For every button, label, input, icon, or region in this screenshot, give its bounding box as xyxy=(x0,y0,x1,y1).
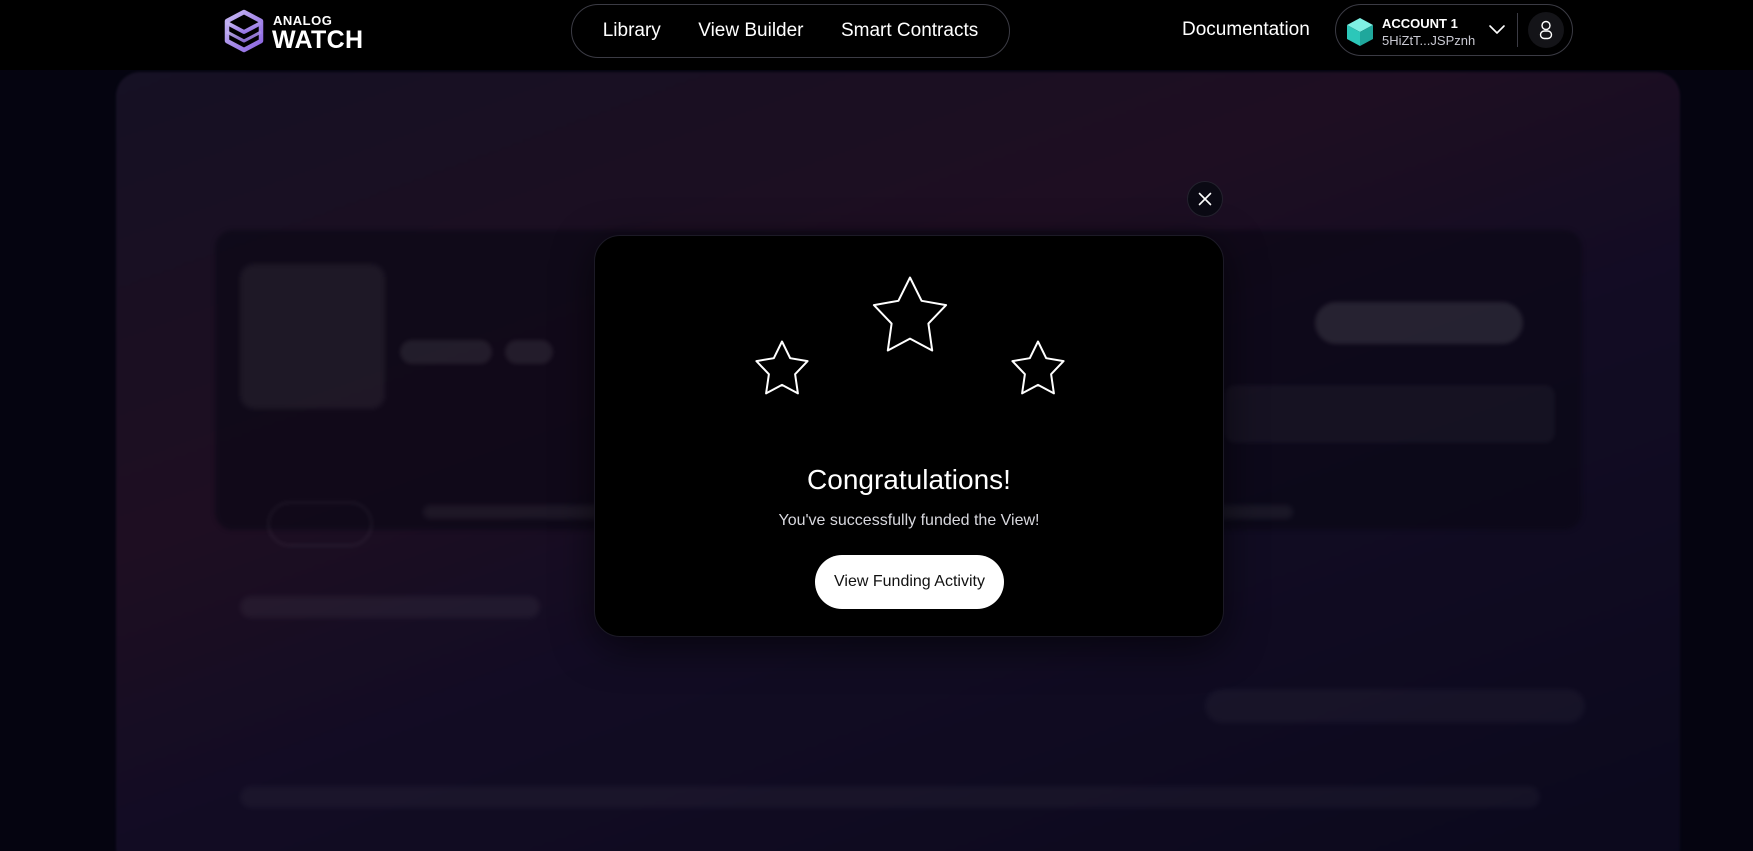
nav-item-view-builder[interactable]: View Builder xyxy=(698,20,803,42)
blurred-thumbnail xyxy=(240,264,385,409)
blurred-chip xyxy=(400,340,492,364)
modal-close-button[interactable] xyxy=(1187,181,1223,217)
account-selector[interactable]: ACCOUNT 1 5HiZtT...JSPznh xyxy=(1335,4,1573,56)
blurred-pill xyxy=(268,502,372,546)
nav-item-smart-contracts[interactable]: Smart Contracts xyxy=(841,20,978,42)
modal-message: You've successfully funded the View! xyxy=(778,512,1040,529)
stars-illustration xyxy=(755,276,1065,395)
blurred-button xyxy=(1315,302,1523,344)
account-name: ACCOUNT 1 xyxy=(1382,16,1458,31)
blurred-row xyxy=(1225,385,1555,443)
view-funding-activity-button[interactable]: View Funding Activity xyxy=(815,555,1004,609)
nav-item-library[interactable]: Library xyxy=(603,20,661,42)
brand-name-bottom: WATCH xyxy=(272,26,364,54)
chevron-down-icon[interactable] xyxy=(1488,21,1506,39)
documentation-link[interactable]: Documentation xyxy=(1182,19,1310,41)
user-icon xyxy=(1539,20,1553,40)
star-icon-right xyxy=(1011,340,1065,395)
blurred-tabs xyxy=(1205,689,1585,723)
account-address: 5HiZtT...JSPznh xyxy=(1382,33,1476,48)
star-icon-center xyxy=(872,276,948,352)
logo-hexagon-icon xyxy=(224,9,264,53)
main-nav: Library View Builder Smart Contracts xyxy=(571,4,1010,58)
star-icon-left xyxy=(755,340,809,395)
account-divider xyxy=(1517,13,1518,47)
blurred-table-row xyxy=(240,786,1540,808)
modal-title: Congratulations! xyxy=(807,464,1011,495)
close-icon xyxy=(1198,192,1212,206)
account-cube-icon xyxy=(1347,18,1373,46)
top-navigation-bar: ANALOG WATCH Library View Builder Smart … xyxy=(0,0,1753,70)
funding-success-modal: Congratulations! You've successfully fun… xyxy=(594,235,1224,637)
user-profile-button[interactable] xyxy=(1528,12,1564,48)
blurred-funded-by xyxy=(240,596,540,618)
blurred-chip xyxy=(505,340,553,364)
brand-logo[interactable]: ANALOG WATCH xyxy=(223,9,373,55)
